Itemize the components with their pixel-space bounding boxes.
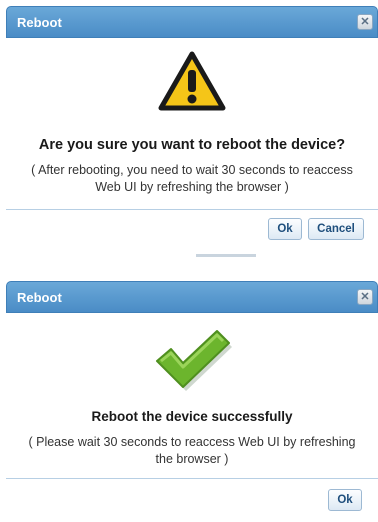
ok-button[interactable]: Ok: [328, 489, 362, 511]
ok-button[interactable]: Ok: [268, 218, 302, 240]
reboot-confirm-dialog: Reboot ✕ Are you sure you want to reboot…: [6, 6, 378, 254]
close-icon[interactable]: ✕: [357, 289, 373, 305]
cancel-button[interactable]: Cancel: [308, 218, 364, 240]
dialog-titlebar[interactable]: Reboot ✕: [6, 281, 378, 313]
confirm-heading: Are you sure you want to reboot the devi…: [38, 137, 346, 153]
checkmark-icon: [6, 325, 378, 398]
warning-icon: [6, 50, 378, 117]
close-icon[interactable]: ✕: [357, 14, 373, 30]
reboot-success-dialog: Reboot ✕ Reboot the device successfully …: [6, 281, 378, 516]
background-fragment: [196, 254, 256, 257]
divider: [6, 209, 378, 210]
confirm-note: ( After rebooting, you need to wait 30 s…: [31, 163, 353, 194]
dialog-title: Reboot: [17, 15, 62, 30]
dialog-titlebar[interactable]: Reboot ✕: [6, 6, 378, 38]
success-note: ( Please wait 30 seconds to reaccess Web…: [28, 435, 356, 466]
divider: [6, 478, 378, 479]
dialog-title: Reboot: [17, 290, 62, 305]
success-heading: Reboot the device successfully: [91, 409, 293, 424]
